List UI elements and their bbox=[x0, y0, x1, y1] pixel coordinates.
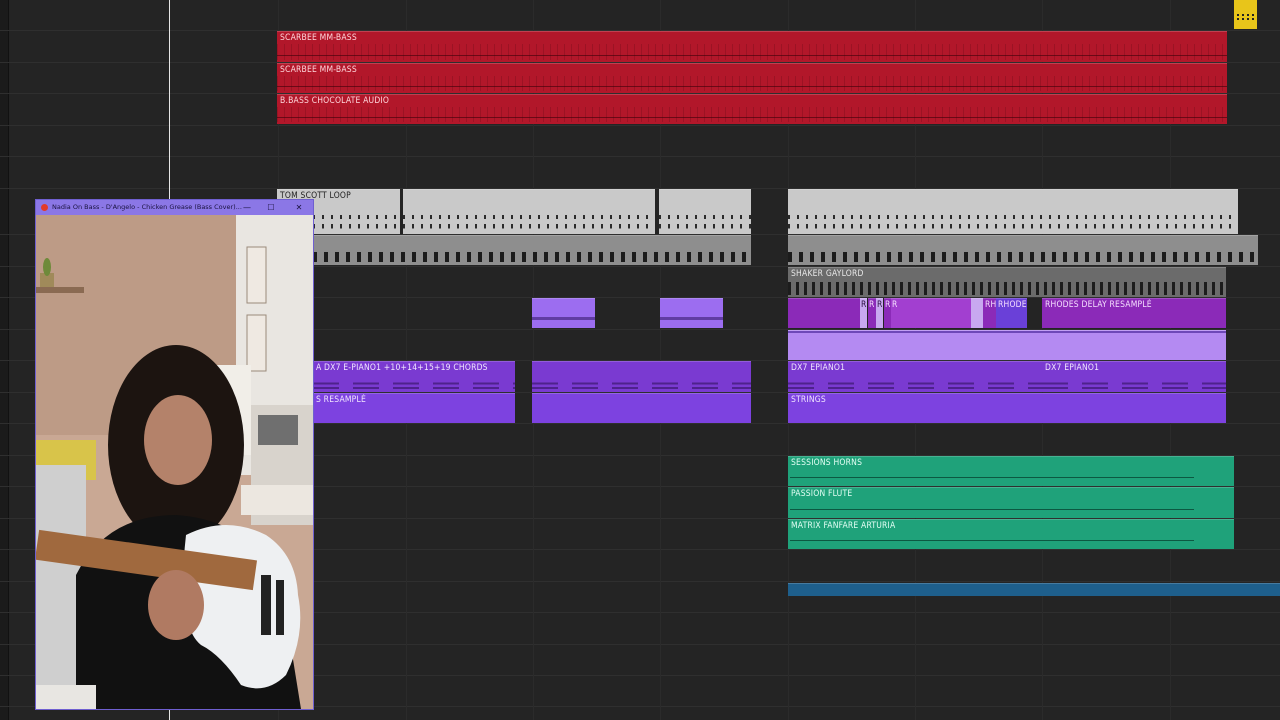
clip-name: RHODES DELAY RESAMPLÉ bbox=[1045, 300, 1152, 310]
clip-sessions-horns[interactable]: SESSIONS HORNS bbox=[788, 456, 1234, 486]
clip-marker[interactable] bbox=[1234, 0, 1257, 29]
clip-name: MATRIX FANFARE ARTURIA bbox=[791, 521, 896, 531]
clip-rhodes[interactable]: RH bbox=[983, 298, 996, 328]
clip-name: SHAKER GAYLORD bbox=[791, 269, 864, 279]
clip-rhodes-delay-resample[interactable]: RHODES DELAY RESAMPLÉ bbox=[1042, 298, 1226, 328]
clip-rhodes-short[interactable]: R bbox=[860, 298, 867, 328]
clip-shaker-gaylord[interactable]: SHAKER GAYLORD bbox=[788, 267, 1226, 297]
video-overlay-window[interactable]: Nadia On Bass - D'Angelo - Chicken Greas… bbox=[36, 200, 313, 709]
clip-scarbee-bass-2[interactable]: SCARBEE MM-BASS bbox=[277, 63, 1227, 93]
video-image bbox=[36, 215, 313, 709]
clip-name: SCARBEE MM-BASS bbox=[280, 65, 357, 75]
clip-name: DX7 EPIANO1 bbox=[791, 363, 846, 373]
clip-loop-layer[interactable] bbox=[313, 235, 751, 265]
close-button[interactable]: ✕ bbox=[287, 200, 311, 215]
clip-name: R bbox=[877, 300, 883, 310]
clip-dx7-epiano1[interactable]: DX7 EPIANO1 bbox=[788, 361, 1042, 392]
clip-rhodes[interactable] bbox=[788, 298, 860, 328]
clip-tom-scott-loop[interactable] bbox=[659, 189, 751, 234]
clip-scarbee-bass-1[interactable]: SCARBEE MM-BASS bbox=[277, 31, 1227, 62]
clip-bass-chocolate-audio[interactable]: B.BASS CHOCOLATE AUDIO bbox=[277, 94, 1227, 124]
clip-automation-lane[interactable] bbox=[788, 583, 1280, 596]
clip-tom-scott-loop[interactable] bbox=[788, 189, 1238, 234]
clip-pad[interactable] bbox=[788, 330, 1226, 360]
youtube-icon bbox=[41, 204, 48, 211]
clip-name: DX7 EPIANO1 bbox=[1045, 363, 1100, 373]
clip-matrix-fanfare[interactable]: MATRIX FANFARE ARTURIA bbox=[788, 519, 1234, 549]
clip-name: R bbox=[885, 300, 891, 310]
clip-rhodes-short[interactable]: R bbox=[884, 298, 891, 328]
clip-rhodes[interactable] bbox=[532, 298, 595, 328]
clip-strings[interactable]: STRINGS bbox=[788, 393, 1226, 423]
clip-name: S RESAMPLÉ bbox=[316, 395, 366, 405]
clip-dx7-epiano-chords[interactable]: A DX7 E-PIANO1 +10+14+15+19 CHORDS bbox=[313, 361, 515, 392]
clip-name: RH bbox=[985, 300, 996, 310]
clip-strings-resample[interactable]: S RESAMPLÉ bbox=[313, 393, 515, 423]
minimize-button[interactable]: — bbox=[235, 200, 259, 215]
clip-passion-flute[interactable]: PASSION FLUTE bbox=[788, 487, 1234, 518]
clip-name: RHODE bbox=[998, 300, 1027, 310]
clip-dx7-epiano-chords[interactable] bbox=[532, 361, 751, 392]
clip-rhodes-short[interactable]: R bbox=[868, 298, 876, 328]
clip-name: R bbox=[869, 300, 875, 310]
clip-rhodes[interactable] bbox=[971, 298, 983, 328]
restore-button[interactable]: ☐ bbox=[259, 200, 283, 215]
window-titlebar[interactable]: Nadia On Bass - D'Angelo - Chicken Greas… bbox=[36, 200, 313, 215]
video-frame[interactable] bbox=[36, 215, 313, 709]
clip-loop-layer[interactable] bbox=[788, 235, 1258, 265]
clip-name: SCARBEE MM-BASS bbox=[280, 33, 357, 43]
clip-name: R bbox=[892, 300, 898, 310]
clip-dx7-epiano1[interactable]: DX7 EPIANO1 bbox=[1042, 361, 1226, 392]
clip-rhodes[interactable] bbox=[660, 298, 723, 328]
clip-name: STRINGS bbox=[791, 395, 826, 405]
clip-rhodes-short[interactable]: R bbox=[876, 298, 883, 328]
window-title: Nadia On Bass - D'Angelo - Chicken Greas… bbox=[52, 203, 242, 211]
clip-tom-scott-loop[interactable] bbox=[403, 189, 655, 234]
lane-divider bbox=[0, 156, 1280, 157]
clip-name: SESSIONS HORNS bbox=[791, 458, 863, 468]
clip-rhodes[interactable]: RHODE bbox=[996, 298, 1027, 328]
clip-name: R bbox=[861, 300, 867, 310]
clip-name: B.BASS CHOCOLATE AUDIO bbox=[280, 96, 390, 106]
clip-name: PASSION FLUTE bbox=[791, 489, 853, 499]
lane-divider bbox=[0, 125, 1280, 126]
clip-rhodes-short[interactable]: R bbox=[891, 298, 971, 328]
clip-strings-resample[interactable] bbox=[532, 393, 751, 423]
clip-name: A DX7 E-PIANO1 +10+14+15+19 CHORDS bbox=[316, 363, 488, 373]
